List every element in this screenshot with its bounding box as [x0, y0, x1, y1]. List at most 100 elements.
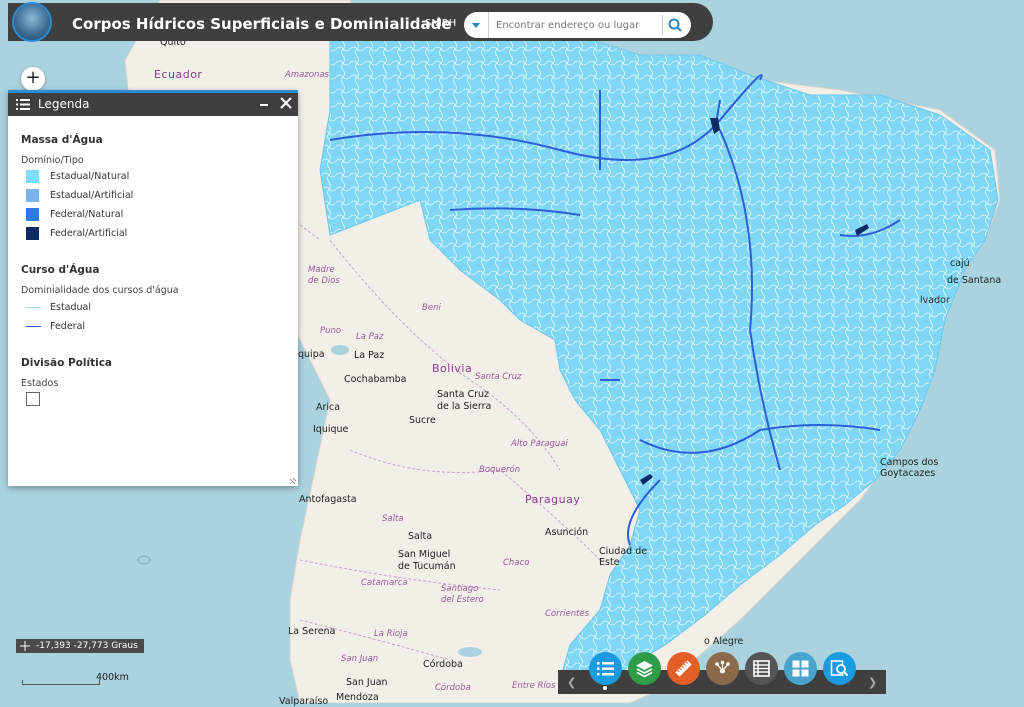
active-indicator [603, 686, 607, 690]
swatch [26, 189, 39, 202]
label-amazonas: Amazonas [285, 70, 329, 80]
coordinate-readout[interactable]: -17,393 -27,773 Graus [16, 639, 144, 653]
label-arequipa: quipa [298, 349, 325, 360]
close-icon[interactable] [280, 97, 292, 109]
label-asuncion: Asunción [545, 527, 589, 538]
query-search-icon [830, 660, 849, 677]
label-paraguay: Paraguay [525, 493, 581, 506]
app-logo [12, 2, 52, 42]
basemap-gallery-icon [792, 660, 809, 677]
label-santana: de Santana [947, 275, 1002, 286]
attribute-table-icon [753, 660, 770, 677]
label-salvador: lvador [920, 295, 950, 306]
minimize-icon[interactable] [258, 98, 270, 110]
legend-item-label: Estadual [50, 302, 92, 313]
label-arica: Arica [316, 402, 341, 413]
search-icon [668, 18, 682, 32]
crosshair-icon [20, 641, 30, 651]
share-button[interactable] [706, 652, 739, 685]
label-valparaiso: Valparaíso [279, 696, 329, 707]
label-la-paz-region: La Paz [356, 332, 384, 342]
label-santa-cruz-city: Santa Cruz de la Sierra [437, 389, 492, 412]
swatch [26, 170, 39, 183]
chevron-right-icon[interactable]: ❯ [868, 676, 878, 689]
label-cajazu: cajú [950, 258, 970, 269]
legend-divisao-heading: Divisão Política [21, 357, 112, 369]
zoom-in-button[interactable]: + [21, 67, 45, 91]
legend-list-icon [16, 99, 30, 110]
measure-button[interactable] [667, 652, 700, 685]
chevron-left-icon[interactable]: ❮ [567, 676, 577, 689]
label-alto-paraguai: Alto Paraguai [511, 439, 568, 449]
label-antofagasta: Antofagasta [299, 494, 357, 505]
app-title: Corpos Hídricos Superficiais e Dominiali… [72, 15, 452, 33]
layers-icon [636, 661, 653, 678]
attribute-table-button[interactable] [745, 652, 778, 685]
label-santa-cruz-region: Santa Cruz [475, 372, 522, 382]
label-boqueron: Boquerón [479, 465, 521, 475]
legend-item-label: Federal/Natural [50, 209, 124, 220]
search-input[interactable] [494, 12, 658, 38]
coordinate-text: -17,393 -27,773 Graus [36, 641, 138, 651]
label-san-juan: San Juan [346, 677, 388, 688]
label-madre-de-dios: Madre de Dios [308, 265, 340, 286]
app-header: Corpos Hídricos Superficiais e Dominiali… [8, 3, 713, 41]
legend-item-label: Estadual/Artificial [50, 190, 134, 201]
legend-massa-subheading: Domínio/Tipo [21, 155, 84, 166]
label-la-rioja: La Rioja [374, 629, 408, 639]
search-box [464, 12, 691, 38]
label-porto-alegre: o Alegre [704, 636, 744, 647]
query-button[interactable] [823, 652, 856, 685]
label-bolivia: Bolivia [432, 362, 473, 375]
legend-divisao-subheading: Estados [21, 378, 59, 389]
label-cordoba-region: Córdoba [435, 683, 471, 693]
measure-icon [675, 660, 692, 677]
line-swatch [26, 307, 41, 308]
label-santiago-estero: Santiago del Estero [441, 584, 484, 605]
swatch [26, 208, 39, 221]
legend-title: Legenda [38, 97, 90, 111]
label-salta: Salta [408, 531, 433, 542]
label-mendoza: Mendoza [336, 692, 379, 703]
search-button[interactable] [662, 15, 683, 35]
label-san-juan-region: San Juan [341, 654, 379, 664]
swatch [26, 227, 39, 240]
lake-titicaca [331, 345, 349, 355]
label-beni: Beni [422, 303, 441, 313]
plus-icon: + [25, 67, 41, 88]
label-salta-region: Salta [382, 514, 404, 524]
lake-chiquita [458, 647, 482, 657]
legend-panel: Legenda Massa d'Água Domínio/Tipo Estadu… [8, 90, 298, 486]
snirh-link[interactable]: SNIRH [425, 18, 456, 29]
scale-bar-line [22, 680, 100, 685]
share-icon [715, 660, 730, 674]
scale-bar: 400km [22, 672, 152, 686]
label-chaco: Chaco [503, 558, 530, 568]
label-ciudad-del-este: Ciudad de Este [599, 546, 648, 568]
resize-handle[interactable] [290, 478, 296, 484]
label-catamarca: Catamarca [361, 578, 408, 588]
line-swatch [26, 326, 41, 327]
scale-label: 400km [96, 672, 129, 683]
label-san-miguel: San Miguel de Tucumán [398, 549, 456, 572]
legend-button[interactable] [589, 652, 622, 685]
basemap-gallery-button[interactable] [784, 652, 817, 685]
label-puno: Puno [320, 326, 342, 336]
layers-button[interactable] [628, 652, 661, 685]
legend-massa-heading: Massa d'Água [21, 134, 103, 146]
legend-item-label: Estadual/Natural [50, 171, 130, 182]
label-entre-rios: Entre Ríos [512, 681, 556, 691]
label-ecuador: Ecuador [154, 68, 203, 81]
legend-list-icon [597, 662, 614, 676]
label-cochabamba: Cochabamba [344, 374, 407, 385]
label-sucre: Sucre [409, 415, 436, 426]
legend-header: Legenda [8, 90, 298, 116]
label-cordoba: Córdoba [423, 659, 463, 670]
label-la-serena: La Serena [288, 626, 336, 637]
search-source-dropdown[interactable] [464, 12, 489, 38]
label-iquique: Iquique [313, 424, 349, 435]
label-campos: Campos dos Goytacazes [880, 457, 939, 479]
legend-item-label: Federal/Artificial [50, 228, 128, 239]
legend-item-label: Federal [50, 321, 86, 332]
legend-curso-heading: Curso d'Água [21, 264, 100, 276]
